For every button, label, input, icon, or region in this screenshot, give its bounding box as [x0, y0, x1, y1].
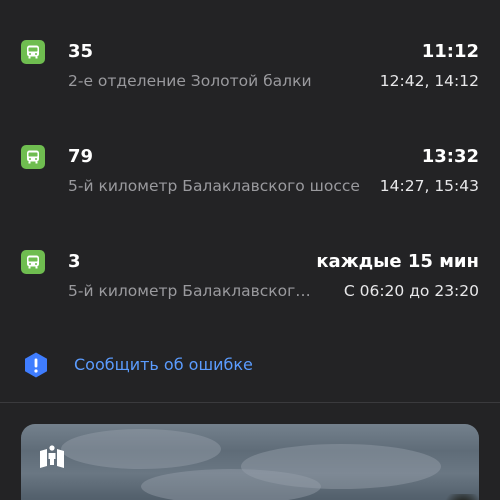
- route-following-times: 14:27, 15:43: [379, 177, 479, 195]
- panorama-photo-card[interactable]: [21, 424, 479, 500]
- route-following-times: 12:42, 14:12: [379, 72, 479, 90]
- route-row-35[interactable]: 35 2-е отделение Золотой балки 11:12 12:…: [0, 40, 500, 110]
- photo-tree: [439, 494, 479, 500]
- bus-icon: [21, 40, 45, 64]
- route-row-3[interactable]: 3 5-й километр Балаклавског… каждые 15 м…: [0, 250, 500, 320]
- route-number: 3: [68, 251, 81, 272]
- report-error-link[interactable]: Сообщить об ошибке: [74, 353, 253, 377]
- route-number: 35: [68, 41, 94, 62]
- stop-schedule-screen: 35 2-е отделение Золотой балки 11:12 12:…: [0, 0, 500, 500]
- photo-cloud: [61, 429, 221, 469]
- exclamation-hexagon-icon: [25, 352, 47, 378]
- route-stop-name: 5-й километр Балаклавског…: [68, 282, 311, 300]
- panorama-icon[interactable]: [37, 442, 67, 472]
- route-number: 79: [68, 146, 94, 167]
- bus-icon: [21, 250, 45, 274]
- route-stop-name: 5-й километр Балаклавского шоссе: [68, 177, 360, 195]
- route-next-arrival: 11:12: [421, 41, 479, 62]
- route-frequency: каждые 15 мин: [316, 251, 479, 272]
- section-divider: [0, 402, 500, 403]
- route-row-79[interactable]: 79 5-й километр Балаклавского шоссе 13:3…: [0, 145, 500, 215]
- bus-icon: [21, 145, 45, 169]
- route-stop-name: 2-е отделение Золотой балки: [68, 72, 312, 90]
- route-next-arrival: 13:32: [421, 146, 479, 167]
- photo-cloud: [141, 469, 321, 500]
- route-operating-hours: С 06:20 до 23:20: [343, 282, 479, 300]
- report-error-row[interactable]: Сообщить об ошибке: [0, 350, 500, 380]
